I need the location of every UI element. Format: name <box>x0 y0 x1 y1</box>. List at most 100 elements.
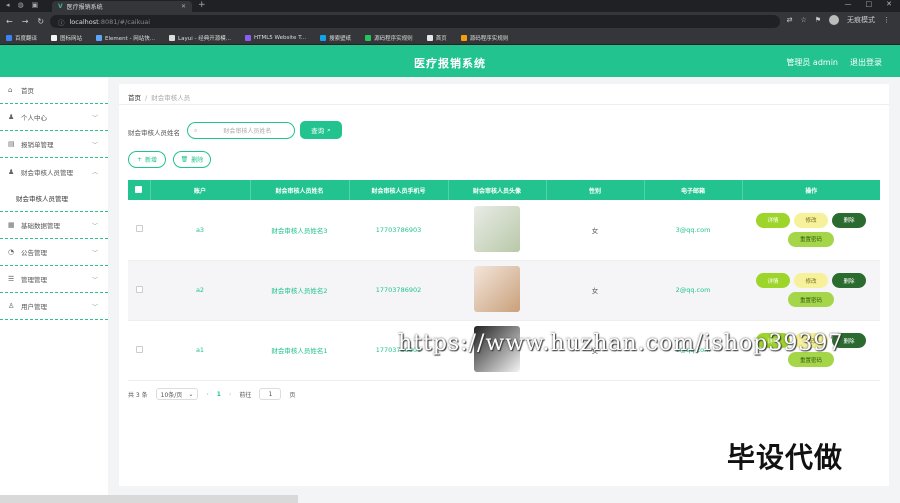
current-user-label: 管理员 admin <box>786 58 838 67</box>
col-email[interactable]: 电子邮箱 <box>644 180 743 200</box>
chevron-down-icon: ⌄ <box>188 390 194 398</box>
profile-label[interactable]: 无痕模式 <box>847 15 875 25</box>
sidebar-item[interactable]: ♟ 个人中心 ﹀ <box>0 104 108 131</box>
breadcrumb-home[interactable]: 首页 <box>128 94 141 102</box>
profile-avatar[interactable] <box>829 15 839 25</box>
reset-password-label: 重置密码 <box>799 357 822 364</box>
chevron-down-icon: ﹀ <box>91 276 98 284</box>
sidebar-item[interactable]: ♟ 财会审核人员管理 ︿ <box>0 158 108 185</box>
delete-button[interactable]: 删除 <box>832 212 866 228</box>
sidebar-item-label: 基础数据管理 <box>21 222 60 230</box>
chevron-down-icon: ﹀ <box>91 249 98 257</box>
globe-icon[interactable]: ◍ <box>18 1 24 9</box>
tab-strip-controls: ◂ ◍ ▣ <box>6 1 38 9</box>
new-tab-icon[interactable]: + <box>198 0 206 10</box>
query-button[interactable]: 查询 ⌕ <box>300 121 342 139</box>
promo-caption: 毕设代做 <box>727 441 844 474</box>
cell-actions: 详情 修改 删除重置密码 <box>742 200 880 260</box>
col-account[interactable]: 账户 <box>150 180 251 200</box>
star-icon[interactable]: ☆ <box>800 16 806 24</box>
bookmark-item[interactable]: 首页 <box>426 34 447 42</box>
col-name[interactable]: 财会审核人员姓名 <box>250 180 350 200</box>
sidebar-item[interactable]: ◔ 公告管理 ﹀ <box>0 239 108 266</box>
app-header: 医疗报销系统 管理员 admin 退出登录 <box>0 45 900 77</box>
url-field[interactable]: ⓘ localhost:8081/#/caikuai <box>50 15 780 28</box>
row-checkbox[interactable] <box>135 285 143 293</box>
menu-dots-icon[interactable]: ⋮ <box>883 16 890 24</box>
chevron-down-icon: ﹀ <box>91 114 98 122</box>
delete-button[interactable]: 删除 <box>832 273 866 288</box>
delete-label: 删除 <box>843 218 855 225</box>
search-input[interactable]: ⌕ 财会审核人员姓名 <box>187 122 295 139</box>
browser-tab-active[interactable]: V 医疗报销系统 ✕ <box>52 1 192 12</box>
select-all-checkbox[interactable] <box>135 185 143 193</box>
back-icon[interactable]: ← <box>6 17 13 26</box>
sidebar-item[interactable]: ☰ 管理管理 ﹀ <box>0 266 108 293</box>
bookmark-label: 图标网站 <box>60 35 83 42</box>
bookmark-item[interactable]: HTML5 Website T... <box>244 34 306 41</box>
avatar-image <box>474 266 520 312</box>
chevron-down-icon: ﹀ <box>91 303 98 311</box>
bookmark-item[interactable]: 源码程序实规则 <box>460 34 508 42</box>
row-checkbox[interactable] <box>135 345 143 353</box>
query-label: 查询 <box>311 127 325 135</box>
bookmark-item[interactable]: Layui - 经典开源模... <box>169 34 231 42</box>
tab-menu-icon[interactable]: ◂ <box>6 1 10 9</box>
bookmark-label: Layui - 经典开源模... <box>178 35 231 42</box>
col-gender[interactable]: 性别 <box>546 180 645 200</box>
vue-logo-icon: V <box>58 3 63 10</box>
users-icon: ♙ <box>8 302 15 310</box>
col-phone[interactable]: 财会审核人员手机号 <box>349 180 449 200</box>
sidebar-item[interactable]: ▤ 报销单管理 ﹀ <box>0 131 108 158</box>
bookmark-item[interactable]: 搜索壁纸 <box>320 34 351 42</box>
table-row: a3 财会审核人员姓名3 17703786903 女 3@qq.com 详情 修改 删除 重置密… <box>128 200 880 260</box>
edit-label: 修改 <box>805 218 817 225</box>
bookmark-favicon-icon <box>6 34 12 41</box>
cell-account: a1 <box>195 346 205 354</box>
pagination: 共 3 条 10条/页 ⌄ ‹ 1 › 前往 1 页 <box>128 388 295 400</box>
bookmark-item[interactable]: 百度翻译 <box>6 34 37 42</box>
goto-page-input[interactable]: 1 <box>259 388 282 400</box>
chevron-down-icon: ﹀ <box>91 141 98 149</box>
next-page-button[interactable]: › <box>229 391 231 398</box>
close-window-icon[interactable]: ✕ <box>886 0 892 8</box>
page-size-select[interactable]: 10条/页 ⌄ <box>155 388 199 400</box>
batch-delete-button[interactable]: 🗑 删除 <box>173 151 211 168</box>
reload-icon[interactable]: ↻ <box>37 17 44 26</box>
sidebar-subitem[interactable]: 财会审核人员管理 <box>0 185 108 212</box>
detail-button[interactable]: 详情 <box>756 273 790 288</box>
col-photo[interactable]: 财会审核人员头像 <box>448 180 547 200</box>
minimize-icon[interactable]: — <box>845 0 852 8</box>
maximize-icon[interactable]: □ <box>866 0 873 8</box>
bookmark-label: 搜索壁纸 <box>329 35 352 42</box>
close-tab-icon[interactable]: ✕ <box>181 3 186 10</box>
tab-search-icon[interactable]: ▣ <box>32 1 39 9</box>
sidebar-item[interactable]: ♙ 用户管理 ﹀ <box>0 293 108 320</box>
edit-button[interactable]: 修改 <box>794 212 828 228</box>
delete-label: 删除 <box>191 157 204 164</box>
bookmark-item[interactable]: Element - 网站快... <box>96 34 155 42</box>
row-select-cell <box>128 200 150 260</box>
sidebar-item[interactable]: ▦ 基础数据管理 ﹀ <box>0 212 108 239</box>
extension-icon[interactable]: ⚑ <box>815 16 821 24</box>
prev-page-button[interactable]: ‹ <box>206 391 208 398</box>
bookmark-item[interactable]: 源码程序实规则 <box>365 34 413 42</box>
plus-icon: + <box>136 156 142 163</box>
translate-icon[interactable]: ⇄ <box>787 16 793 24</box>
bookmark-item[interactable]: 图标网站 <box>51 34 82 42</box>
reset-password-button[interactable]: 重置密码 <box>788 292 834 307</box>
edit-button[interactable]: 修改 <box>794 273 828 288</box>
logout-link[interactable]: 退出登录 <box>850 57 882 68</box>
cell-photo <box>448 260 546 320</box>
site-info-icon[interactable]: ⓘ <box>58 17 65 27</box>
row-checkbox[interactable] <box>135 225 143 233</box>
page-number[interactable]: 1 <box>217 391 221 398</box>
detail-button[interactable]: 详情 <box>756 212 790 228</box>
sidebar-item-label: 财会审核人员管理 <box>21 168 73 177</box>
reset-password-button[interactable]: 重置密码 <box>788 231 834 247</box>
sidebar-item[interactable]: ⌂ 首页 <box>0 77 108 104</box>
add-button[interactable]: + 新增 <box>128 151 166 168</box>
forward-icon[interactable]: → <box>22 17 29 26</box>
cell-email: 3@qq.com <box>675 225 711 234</box>
url-host: localhost <box>69 17 99 26</box>
